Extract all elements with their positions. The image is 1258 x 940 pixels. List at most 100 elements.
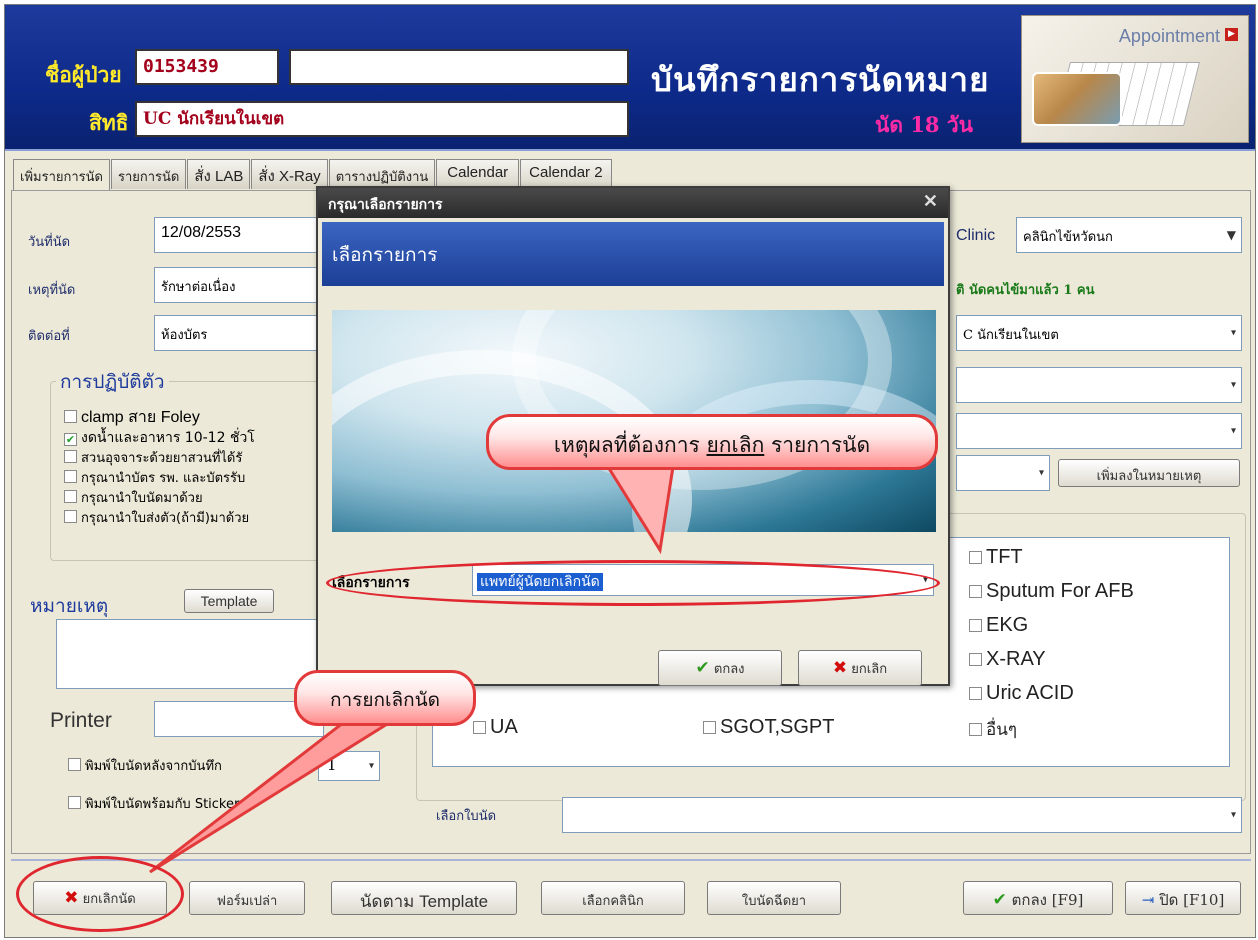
dialog-ok-button[interactable]: ✔ ตกลง <box>658 650 782 686</box>
dropdown-arrow-icon: ▼ <box>1226 228 1236 242</box>
lab-item[interactable]: EKG <box>969 614 1028 637</box>
checkbox[interactable] <box>969 619 982 632</box>
checkbox[interactable] <box>969 551 982 564</box>
reason-label: เหตุที่นัด <box>28 283 76 298</box>
tab-schedule[interactable]: ตารางปฏิบัติงาน <box>328 159 436 189</box>
print-with-sticker-option[interactable]: พิมพ์ใบนัดพร้อมกับ Sticker ย <box>68 793 251 814</box>
date-field[interactable]: 12/08/2553 <box>154 217 324 253</box>
checkbox[interactable] <box>64 490 77 503</box>
checkmark-icon: ✔ <box>695 658 710 678</box>
right-field[interactable]: UC นักเรียนในเขต <box>135 101 629 137</box>
dialog-heading: เลือกรายการ <box>322 222 944 286</box>
close-icon[interactable]: ✕ <box>923 191 938 212</box>
practice-item[interactable]: กรุณานำบัตร รพ. และบัตรรับ <box>64 467 245 488</box>
appointment-logo: Appointment ▶ <box>1021 15 1249 143</box>
lab-item[interactable]: UA <box>473 716 518 739</box>
ok-f9-button[interactable]: ✔ ตกลง [F9] <box>963 881 1113 915</box>
tab-appointment-list[interactable]: รายการนัด <box>110 159 187 189</box>
clinic-label: Clinic <box>956 227 996 244</box>
note-choice-select[interactable]: ▾ <box>956 455 1050 491</box>
template-button[interactable]: Template <box>184 589 274 613</box>
extra-select-1[interactable]: ▾ <box>956 367 1242 403</box>
checkbox[interactable] <box>969 585 982 598</box>
dialog-titlebar: กรุณาเลือกรายการ ✕ <box>318 188 948 218</box>
checkbox[interactable] <box>68 758 81 771</box>
practice-item[interactable]: สวนอุจจาระด้วยยาสวนที่ได้รั <box>64 447 242 468</box>
patient-id-field[interactable]: 0153439 <box>135 49 279 85</box>
clinic-select-value: คลินิกไข้หวัดนก <box>1023 230 1113 245</box>
template-appointment-button[interactable]: นัดตาม Template <box>331 881 517 915</box>
dropdown-arrow-icon: ▾ <box>1230 809 1236 821</box>
checkbox[interactable] <box>703 721 716 734</box>
reason-callout: เหตุผลที่ต้องการ ยกเลิก รายการนัด <box>486 414 938 470</box>
bottom-toolbar: ✖ ยกเลิกนัด ฟอร์มเปล่า นัดตาม Template เ… <box>11 859 1251 933</box>
checkbox-checked[interactable]: ✔ <box>64 433 77 446</box>
blank-form-button[interactable]: ฟอร์มเปล่า <box>189 881 305 915</box>
lab-item[interactable]: TFT <box>969 546 1023 569</box>
highlight-oval <box>16 856 184 932</box>
days-subtitle: นัด 18 วัน <box>875 112 973 137</box>
checkmark-icon: ✔ <box>992 890 1007 910</box>
date-label: วันที่นัด <box>28 235 71 250</box>
checkbox[interactable] <box>64 450 77 463</box>
lab-item[interactable]: SGOT,SGPT <box>703 716 834 739</box>
print-after-save-option[interactable]: พิมพ์ใบนัดหลังจากบันทึก <box>68 755 222 776</box>
checkbox[interactable] <box>969 687 982 700</box>
reason-field[interactable]: รักษาต่อเนื่อง <box>154 267 324 303</box>
tab-order-xray[interactable]: สั่ง X-Ray <box>251 159 328 189</box>
checkbox[interactable] <box>969 653 982 666</box>
appointment-logo-label: Appointment <box>1118 26 1220 46</box>
lab-item[interactable]: อื่นๆ <box>969 716 1017 743</box>
close-f10-button[interactable]: ⇥ ปิด [F10] <box>1125 881 1241 915</box>
note-textarea[interactable] <box>56 619 328 689</box>
header: ชื่อผู้ป่วย 0153439 สิทธิ UC นักเรียนในเ… <box>5 5 1255 151</box>
right-select[interactable]: C นักเรียนในเขต ▾ <box>956 315 1242 351</box>
choose-clinic-button[interactable]: เลือกคลินิก <box>541 881 685 915</box>
arrow-right-icon: ▶ <box>1225 28 1238 41</box>
highlight-oval <box>326 560 940 606</box>
tab-order-lab[interactable]: สั่ง LAB <box>187 159 251 189</box>
checkbox[interactable] <box>64 470 77 483</box>
lab-item[interactable]: X-RAY <box>969 648 1046 671</box>
practice-item[interactable]: กรุณานำใบนัดมาด้วย <box>64 487 203 508</box>
tab-strip: เพิ่มรายการนัด รายการนัด สั่ง LAB สั่ง X… <box>13 159 613 191</box>
dialog-title: กรุณาเลือกรายการ <box>328 197 443 213</box>
add-to-note-button[interactable]: เพิ่มลงในหมายเหตุ <box>1058 459 1240 487</box>
photo-icon <box>1032 72 1122 126</box>
right-label: สิทธิ <box>89 110 129 135</box>
select-slip-label: เลือกใบนัด <box>436 809 497 824</box>
checkbox[interactable] <box>64 410 77 423</box>
lab-item[interactable]: Uric ACID <box>969 682 1074 705</box>
contact-field[interactable]: ห้องบัตร <box>154 315 324 351</box>
extra-select-2[interactable]: ▾ <box>956 413 1242 449</box>
close-icon: ✖ <box>832 658 848 678</box>
checkbox[interactable] <box>969 723 982 736</box>
tab-add-appointment[interactable]: เพิ่มรายการนัด <box>13 159 110 191</box>
tab-calendar[interactable]: Calendar <box>436 159 520 189</box>
printer-label: Printer <box>50 709 112 732</box>
dropdown-arrow-icon: ▾ <box>1038 467 1044 479</box>
practice-title: การปฏิบัติตัว <box>56 367 169 397</box>
patient-label: ชื่อผู้ป่วย <box>45 62 122 87</box>
note-label: หมายเหตุ <box>30 596 109 617</box>
injection-slip-button[interactable]: ใบนัดฉีดยา <box>707 881 841 915</box>
page-title: บันทึกรายการนัดหมาย <box>651 60 990 99</box>
exit-door-icon: ⇥ <box>1141 891 1155 909</box>
clinic-select[interactable]: คลินิกไข้หวัดนก ▼ <box>1016 217 1242 253</box>
tab-calendar-2[interactable]: Calendar 2 <box>520 159 612 189</box>
checkbox[interactable] <box>473 721 486 734</box>
dropdown-arrow-icon: ▾ <box>1230 379 1236 391</box>
cancel-callout: การยกเลิกนัด <box>294 670 476 726</box>
contact-label: ติดต่อที่ <box>28 329 70 344</box>
stepper-arrow-icon: ▾ <box>368 760 374 772</box>
lab-item[interactable]: Sputum For AFB <box>969 580 1134 603</box>
practice-item[interactable]: กรุณานำใบส่งตัว(ถ้ามี)มาด้วย <box>64 507 249 528</box>
status-text: ติ นัดคนไข้มาแล้ว 1 คน <box>956 283 1095 298</box>
dialog-cancel-button[interactable]: ✖ ยกเลิก <box>798 650 922 686</box>
patient-name-field[interactable] <box>289 49 629 85</box>
copies-stepper[interactable]: 1 ▾ <box>318 751 380 781</box>
checkbox[interactable] <box>64 510 77 523</box>
select-slip-dropdown[interactable]: ▾ <box>562 797 1242 833</box>
practice-item[interactable]: ✔ งดน้ำและอาหาร 10-12 ชั่วโ <box>64 427 255 449</box>
checkbox[interactable] <box>68 796 81 809</box>
